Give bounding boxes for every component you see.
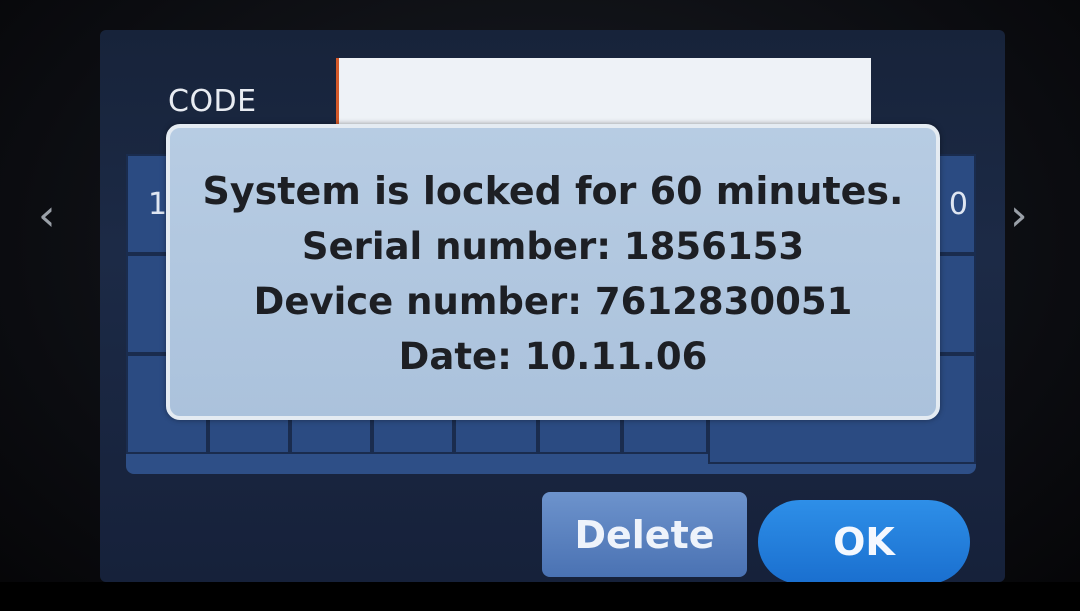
serial-number-text: Serial number: 1856153 (301, 225, 805, 268)
device-number-text: Device number: 7612830051 (253, 280, 853, 323)
keypad-key-0[interactable]: 0 (936, 154, 976, 254)
previous-arrow-icon[interactable]: ‹ (38, 194, 56, 238)
keypad-key-1[interactable]: 1 (126, 154, 170, 254)
lock-message: System is locked for 60 minutes. (202, 169, 904, 213)
device-frame: ‹ › CODE 1 0 Delete OK System is locked … (0, 0, 1080, 611)
date-text: Date: 10.11.06 (398, 335, 708, 378)
keypad-key[interactable] (126, 254, 170, 354)
keypad-key[interactable] (936, 254, 976, 354)
bottom-bezel (0, 582, 1080, 611)
code-label: CODE (168, 84, 257, 119)
ok-button[interactable]: OK (758, 500, 970, 582)
code-input[interactable] (336, 58, 871, 128)
delete-button[interactable]: Delete (542, 492, 747, 577)
lock-dialog: System is locked for 60 minutes. Serial … (166, 124, 940, 420)
next-arrow-icon[interactable]: › (1010, 194, 1028, 238)
